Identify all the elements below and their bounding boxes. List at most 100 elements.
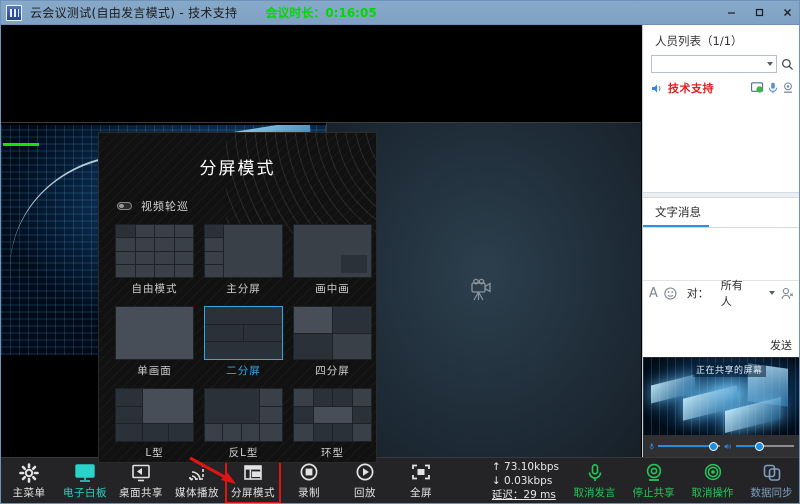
toolbar-button-fullscreen[interactable]: 全屏 — [393, 459, 449, 504]
toolbar-label-split-mode: 分屏模式 — [231, 485, 275, 500]
desktop-share-icon — [130, 463, 152, 483]
toolbar-button-record[interactable]: 录制 — [281, 459, 337, 504]
toolbar-button-media-play[interactable]: 媒体播放 — [169, 459, 225, 504]
split-screen-icon — [242, 463, 264, 483]
layout-label-four: 四分屏 — [293, 363, 372, 378]
screen-share-icon[interactable] — [751, 82, 764, 94]
chat-tabstrip: 文字消息 — [643, 198, 800, 228]
layout-label-single: 单画面 — [115, 363, 194, 378]
emoji-icon[interactable] — [664, 287, 677, 300]
whiteboard-icon — [74, 463, 96, 483]
microphone-icon — [585, 463, 605, 483]
toolbar-label-data-sync: 数据同步 — [751, 485, 793, 500]
chevron-down-icon[interactable] — [767, 62, 773, 66]
tab-text-message[interactable]: 文字消息 — [643, 198, 709, 227]
toolbar-button-playback[interactable]: 回放 — [337, 459, 393, 504]
camera-icon[interactable] — [782, 82, 794, 94]
layout-thumb-l[interactable] — [115, 388, 194, 442]
toolbar-button-cancel-speak[interactable]: 取消发言 — [565, 459, 624, 504]
microphone-icon[interactable] — [768, 82, 778, 94]
latency: 延迟：29 ms — [492, 489, 556, 501]
participant-search-row[interactable] — [643, 55, 800, 73]
toolbar-button-main-menu[interactable]: 主菜单 — [1, 459, 57, 504]
toolbar-label-stop-share: 停止共享 — [633, 485, 675, 500]
meeting-duration: 会议时长：0:16:05 — [265, 4, 376, 21]
microphone-icon[interactable] — [649, 440, 654, 453]
layout-label-rl: 反L型 — [204, 445, 283, 460]
toolbar-label-main-menu: 主菜单 — [13, 485, 46, 500]
video-rotation-row[interactable]: 视频轮巡 — [117, 198, 376, 214]
layout-option-two[interactable]: 二分屏 — [204, 306, 283, 386]
layout-thumb-free[interactable] — [115, 224, 194, 278]
toolbar-button-split-mode[interactable]: 分屏模式 — [225, 459, 281, 504]
video-camera-icon — [470, 278, 498, 302]
chevron-down-icon[interactable] — [769, 291, 775, 295]
app-window: 云会议测试(自由发言模式) - 技术支持 会议时长：0:16:05 — [0, 0, 800, 504]
layout-label-ring: 环型 — [293, 445, 372, 460]
layout-label-free: 自由模式 — [115, 281, 194, 296]
layout-thumb-single[interactable] — [115, 306, 194, 360]
participant-search-input[interactable] — [651, 55, 777, 73]
send-button[interactable]: 发送 — [770, 337, 792, 353]
layout-option-main[interactable]: 主分屏 — [204, 224, 283, 304]
toolbar-label-record: 录制 — [298, 485, 320, 500]
layout-option-rl[interactable]: 反L型 — [204, 388, 283, 463]
layout-option-free[interactable]: 自由模式 — [115, 224, 194, 304]
camera-share-icon — [644, 463, 664, 483]
fullscreen-icon — [410, 463, 432, 483]
layout-thumb-four[interactable] — [293, 306, 372, 360]
layout-thumb-rl[interactable] — [204, 388, 283, 442]
close-button[interactable] — [773, 1, 800, 25]
control-icon — [703, 463, 723, 483]
split-mode-dialog[interactable]: 分屏模式 视频轮巡 自由模式 主分屏 — [98, 132, 377, 463]
layout-thumb-main[interactable] — [204, 224, 283, 278]
layout-grid: 自由模式 主分屏 画中画 单画面 — [115, 224, 376, 463]
minimize-button[interactable] — [717, 1, 745, 25]
media-play-icon — [186, 463, 208, 483]
share-preview[interactable]: 正在共享的屏幕 — [643, 357, 800, 435]
data-sync-icon — [762, 463, 782, 483]
preview-caption: 正在共享的屏幕 — [693, 362, 766, 377]
speaker-icon — [651, 83, 663, 94]
video-rotation-toggle[interactable] — [117, 202, 132, 210]
mic-volume-slider[interactable] — [658, 441, 720, 451]
chat-to-value[interactable]: 所有人 — [721, 277, 754, 309]
layout-label-pip: 画中画 — [293, 281, 372, 296]
toolbar-label-cancel-speak: 取消发言 — [574, 485, 616, 500]
toolbar-label-whiteboard: 电子白板 — [63, 485, 107, 500]
gear-icon — [19, 463, 39, 483]
layout-option-pip[interactable]: 画中画 — [293, 224, 372, 304]
toolbar-button-data-sync[interactable]: 数据同步 — [742, 459, 800, 504]
search-icon[interactable] — [781, 58, 794, 71]
chat-input-area[interactable]: 发送 — [643, 306, 800, 358]
font-A-icon[interactable]: A — [649, 286, 658, 301]
list-item[interactable]: 技术支持 — [651, 80, 800, 96]
toolbar-button-cancel-control[interactable]: 取消操作 — [683, 459, 742, 504]
layout-option-single[interactable]: 单画面 — [115, 306, 194, 386]
layout-label-main: 主分屏 — [204, 281, 283, 296]
layout-thumb-ring[interactable] — [293, 388, 372, 442]
maximize-button[interactable] — [745, 1, 773, 25]
layout-thumb-pip[interactable] — [293, 224, 372, 278]
participant-list: 技术支持 — [643, 80, 800, 96]
layout-label-two: 二分屏 — [204, 363, 283, 378]
layout-option-four[interactable]: 四分屏 — [293, 306, 372, 386]
title-bar: 云会议测试(自由发言模式) - 技术支持 会议时长：0:16:05 — [1, 1, 800, 25]
toolbar-button-desktop-share[interactable]: 桌面共享 — [113, 459, 169, 504]
dialog-swoosh-decoration — [226, 132, 377, 233]
download-rate: ↓ 0.03kbps — [492, 474, 559, 488]
chat-message-list[interactable] — [643, 228, 800, 280]
toolbar-button-stop-share[interactable]: 停止共享 — [624, 459, 683, 504]
speaker-volume-slider[interactable] — [736, 441, 794, 451]
toolbar-button-whiteboard[interactable]: 电子白板 — [57, 459, 113, 504]
layout-label-l: L型 — [115, 445, 194, 460]
volume-bar — [643, 435, 800, 457]
speaker-icon[interactable] — [724, 440, 732, 453]
chat-composer-toolbar: A 对： 所有人 — [643, 280, 800, 306]
bottom-toolbar: 主菜单 电子白板 桌面共享 — [1, 457, 800, 504]
layout-option-l[interactable]: L型 — [115, 388, 194, 463]
toolbar-label-playback: 回放 — [354, 485, 376, 500]
layout-thumb-two[interactable] — [204, 306, 283, 360]
private-chat-icon[interactable] — [781, 287, 794, 300]
layout-option-ring[interactable]: 环型 — [293, 388, 372, 463]
